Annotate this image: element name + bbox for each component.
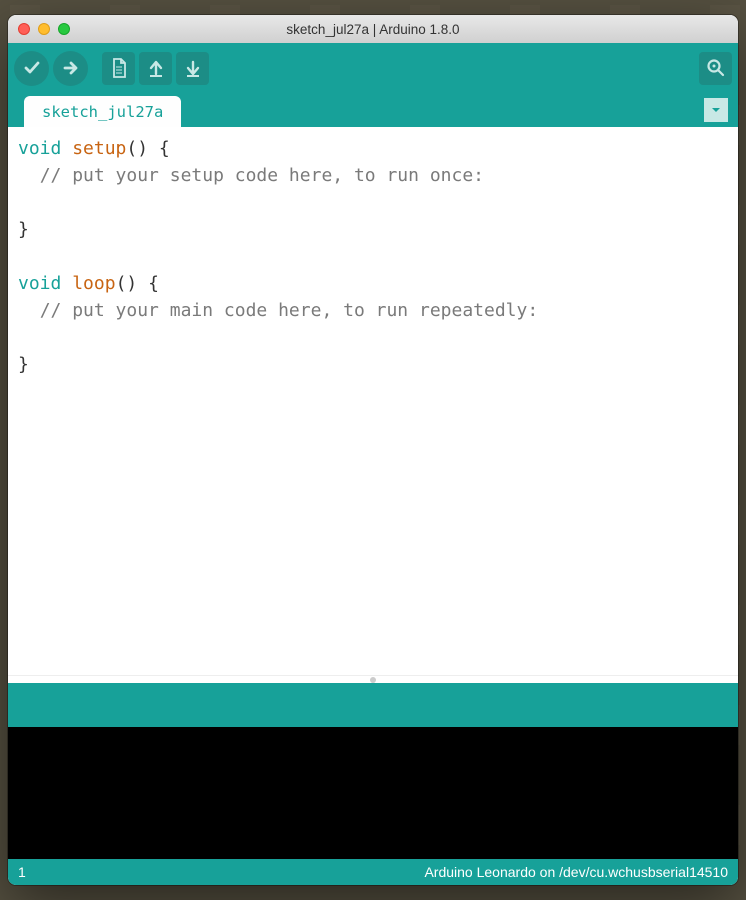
arrow-right-icon	[61, 58, 81, 78]
grip-dot-icon	[370, 677, 376, 683]
arrow-down-icon	[183, 58, 203, 78]
serial-monitor-button[interactable]	[699, 52, 732, 85]
code-line[interactable]: void loop() {	[18, 270, 730, 297]
file-icon	[109, 57, 129, 79]
code-line[interactable]: }	[18, 216, 730, 243]
titlebar[interactable]: sketch_jul27a | Arduino 1.8.0	[8, 15, 738, 43]
code-line[interactable]	[18, 243, 730, 270]
new-button[interactable]	[102, 52, 135, 85]
code-line[interactable]	[18, 189, 730, 216]
editor-resize-handle[interactable]	[8, 675, 738, 683]
magnifier-icon	[705, 57, 727, 79]
footer: 1 Arduino Leonardo on /dev/cu.wchusbseri…	[8, 859, 738, 885]
code-line[interactable]: }	[18, 351, 730, 378]
save-button[interactable]	[176, 52, 209, 85]
code-editor[interactable]: void setup() { // put your setup code he…	[8, 127, 738, 675]
status-bar	[8, 683, 738, 727]
minimize-button[interactable]	[38, 23, 50, 35]
maximize-button[interactable]	[58, 23, 70, 35]
tab-menu-button[interactable]	[704, 98, 728, 122]
toolbar	[8, 43, 738, 93]
arduino-window: sketch_jul27a | Arduino 1.8.0 sketch_jul…	[8, 15, 738, 885]
check-icon	[22, 58, 42, 78]
verify-button[interactable]	[14, 51, 49, 86]
console-output[interactable]	[8, 727, 738, 859]
code-line[interactable]: void setup() {	[18, 135, 730, 162]
close-button[interactable]	[18, 23, 30, 35]
board-info: Arduino Leonardo on /dev/cu.wchusbserial…	[424, 864, 728, 880]
chevron-down-icon	[710, 104, 722, 116]
line-number: 1	[18, 864, 26, 880]
open-button[interactable]	[139, 52, 172, 85]
upload-button[interactable]	[53, 51, 88, 86]
code-line[interactable]	[18, 324, 730, 351]
tabbar: sketch_jul27a	[8, 93, 738, 127]
window-title: sketch_jul27a | Arduino 1.8.0	[8, 22, 738, 37]
traffic-lights	[8, 23, 70, 35]
tab-sketch[interactable]: sketch_jul27a	[24, 96, 181, 127]
code-line[interactable]: // put your main code here, to run repea…	[18, 297, 730, 324]
arrow-up-icon	[146, 58, 166, 78]
code-line[interactable]: // put your setup code here, to run once…	[18, 162, 730, 189]
